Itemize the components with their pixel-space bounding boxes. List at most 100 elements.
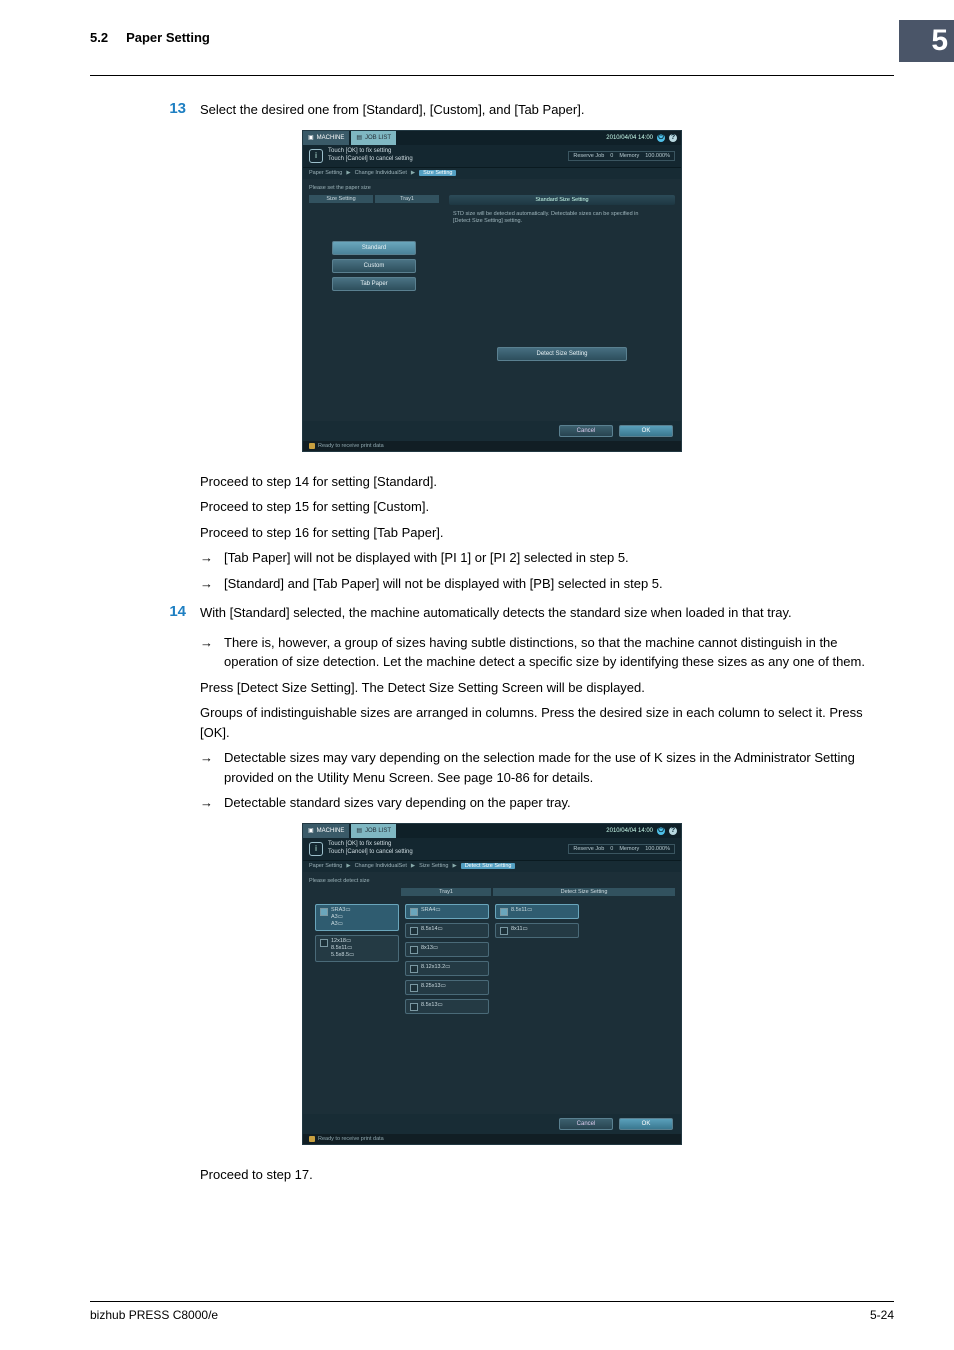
size-option[interactable]: 12x18▭ 8.5x11▭ 5.5x8.5▭ [315, 935, 399, 962]
tab-job-list[interactable]: ▤JOB LIST [351, 131, 396, 145]
col-header-tray: Tray1 [401, 888, 491, 896]
chevron-right-icon: ▶ [346, 863, 350, 869]
size-option-label: SRA3▭ A3▭ A3▭ [331, 907, 351, 928]
size-option[interactable]: 8.12x13.2▭ [405, 961, 489, 976]
screenshot-size-setting: ▣MACHINE ▤JOB LIST 2010/04/04 14:00 ⏻ ? … [302, 130, 682, 452]
breadcrumb-4-current: Detect Size Setting [461, 863, 516, 869]
msg-line-1: Touch [OK] to fix setting [328, 148, 413, 155]
tab-machine[interactable]: ▣MACHINE [303, 824, 349, 838]
bullet-text: [Standard] and [Tab Paper] will not be d… [224, 574, 894, 594]
checkbox-icon [320, 939, 328, 947]
bullet-text: [Tab Paper] will not be displayed with [… [224, 548, 894, 568]
checkbox-icon [410, 984, 418, 992]
right-panel-desc: STD size will be detected automatically.… [449, 209, 647, 228]
reserve-label: Reserve Job [573, 846, 604, 852]
standard-button[interactable]: Standard [332, 241, 416, 255]
status-line-text: Ready to receive print data [318, 1136, 384, 1142]
chevron-right-icon: ▶ [452, 863, 456, 869]
proceed-16: Proceed to step 16 for setting [Tab Pape… [200, 523, 894, 543]
size-option-label: 12x18▭ 8.5x11▭ 5.5x8.5▭ [331, 938, 354, 959]
size-option[interactable]: 8.25x13▭ [405, 980, 489, 995]
proceed-14: Proceed to step 14 for setting [Standard… [200, 472, 894, 492]
arrow-icon: → [200, 548, 214, 568]
breadcrumb-1[interactable]: Paper Setting [309, 863, 342, 869]
memory-label: Memory [619, 153, 639, 159]
cancel-button[interactable]: Cancel [559, 1118, 613, 1130]
status-line-text: Ready to receive print data [318, 443, 384, 449]
detect-size-setting-button[interactable]: Detect Size Setting [497, 347, 627, 361]
step-14-p2: Groups of indistinguishable sizes are ar… [200, 703, 894, 742]
right-panel-title: Standard Size Setting [449, 195, 675, 205]
size-option-label: 8.5x13▭ [421, 1002, 443, 1009]
tab-job-list-label: JOB LIST [365, 135, 391, 141]
info-icon: i [309, 842, 323, 856]
memory-pct: 100.000% [645, 153, 670, 159]
size-option[interactable]: 8x11▭ [495, 923, 579, 938]
checkbox-icon [410, 927, 418, 935]
msg-line-2: Touch [Cancel] to cancel setting [328, 156, 413, 163]
header-rule [90, 75, 894, 76]
list-icon: ▤ [356, 827, 362, 834]
size-option[interactable]: 8.5x14▭ [405, 923, 489, 938]
help-icon[interactable]: ? [669, 827, 677, 835]
person-icon: ▣ [308, 134, 314, 141]
datetime-text: 2010/04/04 14:00 [606, 135, 653, 141]
datetime-text: 2010/04/04 14:00 [606, 828, 653, 834]
left-header-2: Tray1 [375, 195, 439, 203]
message-text: Touch [OK] to fix setting Touch [Cancel]… [328, 841, 413, 855]
arrow-icon: → [200, 748, 214, 787]
arrow-icon: → [200, 633, 214, 672]
left-header-1: Size Setting [309, 195, 373, 203]
footer-page-number: 5-24 [870, 1308, 894, 1322]
size-option-label: 8.5x14▭ [421, 926, 443, 933]
size-option-label: SRA4▭ [421, 907, 441, 914]
bullet-text: Detectable standard sizes vary depending… [224, 793, 894, 813]
step-number-13: 13 [160, 100, 186, 120]
bullet-text: There is, however, a group of sizes havi… [224, 633, 894, 672]
size-option-label: 8x13▭ [421, 945, 438, 952]
memory-label: Memory [619, 846, 639, 852]
checkbox-icon [500, 927, 508, 935]
reserve-count: 0 [610, 153, 613, 159]
tab-job-list-label: JOB LIST [365, 828, 391, 834]
breadcrumb-2[interactable]: Change IndividualSet [355, 170, 407, 176]
checkbox-icon [320, 908, 328, 916]
chapter-badge: 5 [899, 20, 954, 62]
breadcrumb-3[interactable]: Size Setting [419, 863, 448, 869]
section-title: Paper Setting [126, 30, 210, 45]
checkbox-icon [500, 908, 508, 916]
custom-button[interactable]: Custom [332, 259, 416, 273]
cancel-button[interactable]: Cancel [559, 425, 613, 437]
size-option[interactable]: SRA4▭ [405, 904, 489, 919]
section-number: 5.2 [90, 30, 108, 45]
size-option[interactable]: 8.5x11▭ [495, 904, 579, 919]
power-icon[interactable]: ⏻ [657, 827, 665, 835]
size-option[interactable]: SRA3▭ A3▭ A3▭ [315, 904, 399, 931]
memory-pct: 100.000% [645, 846, 670, 852]
breadcrumb-3-current: Size Setting [419, 170, 456, 176]
tab-job-list[interactable]: ▤JOB LIST [351, 824, 396, 838]
tab-paper-button[interactable]: Tab Paper [332, 277, 416, 291]
instruction-text: Please select detect size [309, 878, 675, 884]
list-icon: ▤ [356, 134, 362, 141]
message-text: Touch [OK] to fix setting Touch [Cancel]… [328, 148, 413, 162]
msg-line-2: Touch [Cancel] to cancel setting [328, 849, 413, 856]
breadcrumb-2[interactable]: Change IndividualSet [355, 863, 407, 869]
checkbox-icon [410, 908, 418, 916]
step-13-text: Select the desired one from [Standard], … [200, 100, 894, 120]
tab-machine[interactable]: ▣MACHINE [303, 131, 349, 145]
power-icon[interactable]: ⏻ [657, 134, 665, 142]
size-option[interactable]: 8.5x13▭ [405, 999, 489, 1014]
footer-product: bizhub PRESS C8000/e [90, 1308, 218, 1322]
instruction-text: Please set the paper size [309, 185, 675, 191]
col-header-detect: Detect Size Setting [493, 888, 675, 896]
ok-button[interactable]: OK [619, 1118, 673, 1130]
help-icon[interactable]: ? [669, 134, 677, 142]
info-icon: i [309, 149, 323, 163]
size-option[interactable]: 8x13▭ [405, 942, 489, 957]
person-icon: ▣ [308, 827, 314, 834]
breadcrumb-1[interactable]: Paper Setting [309, 170, 342, 176]
proceed-15: Proceed to step 15 for setting [Custom]. [200, 497, 894, 517]
ok-button[interactable]: OK [619, 425, 673, 437]
chevron-right-icon: ▶ [346, 170, 350, 176]
